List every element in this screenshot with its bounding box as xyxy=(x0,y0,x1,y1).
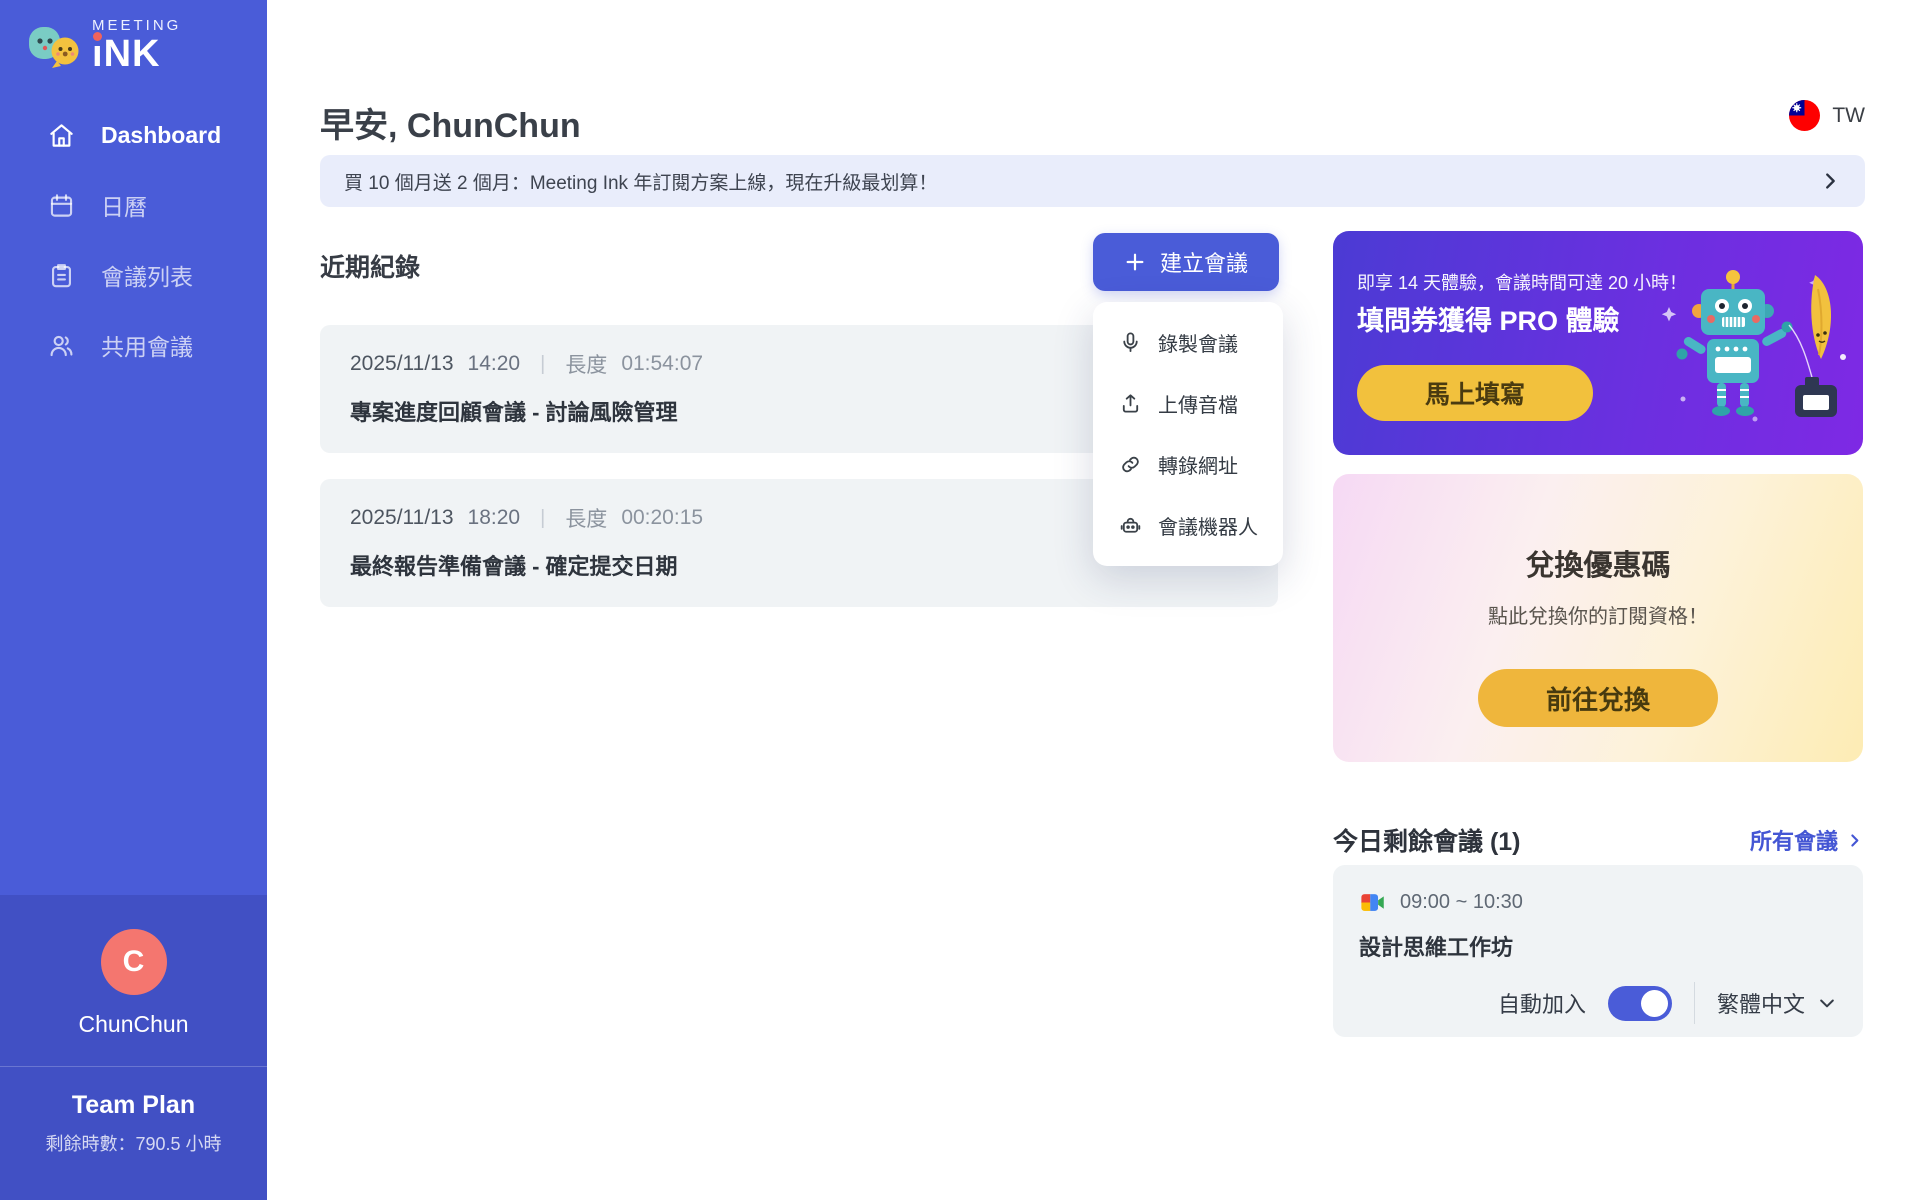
today-meeting-card[interactable]: 09:00 ~ 10:30 設計思維工作坊 自動加入 繁體中文 xyxy=(1333,865,1863,1037)
toggle-knob xyxy=(1641,990,1668,1017)
google-meet-icon xyxy=(1359,889,1386,916)
record-duration: 00:20:15 xyxy=(621,506,703,530)
calendar-icon xyxy=(48,192,75,219)
auto-join-toggle[interactable] xyxy=(1608,986,1672,1021)
record-date: 2025/11/13 xyxy=(350,352,454,376)
create-meeting-label: 建立會議 xyxy=(1160,246,1248,278)
menu-item-transcribe-url[interactable]: 轉錄網址 xyxy=(1093,434,1283,495)
sidebar-nav: Dashboard 日曆 會議列表 共用會議 xyxy=(0,100,267,380)
home-icon xyxy=(48,122,75,149)
today-meetings-header: 今日剩餘會議 (1) 所有會議 xyxy=(1333,822,1863,858)
create-meeting-menu: 錄製會議 上傳音檔 轉錄網址 會議機器人 xyxy=(1093,302,1283,566)
auto-join-label: 自動加入 xyxy=(1498,987,1586,1019)
duration-label: 長度 xyxy=(565,349,607,379)
robot-feather-illustration xyxy=(1655,259,1855,439)
sidebar-item-label: 共用會議 xyxy=(101,328,193,362)
sidebar-bottom: C ChunChun Team Plan 剩餘時數：790.5 小時 xyxy=(0,895,267,1200)
duration-label: 長度 xyxy=(565,503,607,533)
plan-remaining-hours: 剩餘時數：790.5 小時 xyxy=(0,1130,267,1156)
avatar[interactable]: C xyxy=(101,929,167,995)
sidebar-item-calendar[interactable]: 日曆 xyxy=(0,170,267,240)
menu-item-upload-audio[interactable]: 上傳音檔 xyxy=(1093,373,1283,434)
plus-icon xyxy=(1124,251,1146,273)
page-title: 早安, ChunChun xyxy=(320,98,581,147)
sidebar-item-label: 日曆 xyxy=(101,188,147,222)
record-date: 2025/11/13 xyxy=(350,506,454,530)
chevron-down-icon xyxy=(1817,993,1837,1013)
plan-name: Team Plan xyxy=(0,1091,267,1120)
taiwan-flag-icon xyxy=(1789,100,1820,131)
record-time: 14:20 xyxy=(468,352,521,376)
menu-item-record-meeting[interactable]: 錄製會議 xyxy=(1093,312,1283,373)
logo-i-dot xyxy=(93,32,102,41)
pro-promo-subtitle: 即享 14 天體驗，會議時間可達 20 小時！ xyxy=(1357,269,1687,295)
logo-wordmark: MEETING ıNK xyxy=(92,18,181,73)
redeem-code-card[interactable]: 兌換優惠碼 點此兌換你的訂閱資格！ 前往兌換 xyxy=(1333,474,1863,762)
divider xyxy=(1694,982,1695,1024)
user-name: ChunChun xyxy=(0,1011,267,1038)
menu-item-label: 錄製會議 xyxy=(1158,328,1238,357)
robot-icon xyxy=(1119,514,1142,537)
record-duration: 01:54:07 xyxy=(621,352,703,376)
create-meeting-button[interactable]: 建立會議 xyxy=(1093,233,1279,291)
go-redeem-button[interactable]: 前往兌換 xyxy=(1478,669,1718,727)
sidebar-item-meeting-list[interactable]: 會議列表 xyxy=(0,240,267,310)
promo-banner[interactable]: 買 10 個月送 2 個月：Meeting Ink 年訂閱方案上線，現在升級最划… xyxy=(320,155,1865,207)
language-select[interactable]: 繁體中文 xyxy=(1717,987,1837,1019)
plan-info: Team Plan 剩餘時數：790.5 小時 xyxy=(0,1066,267,1200)
shared-meetings-icon xyxy=(48,332,75,359)
user-profile[interactable]: C ChunChun xyxy=(0,895,267,1066)
sidebar-item-label: 會議列表 xyxy=(101,258,193,292)
language-label: 繁體中文 xyxy=(1717,987,1805,1019)
record-time: 18:20 xyxy=(468,506,521,530)
divider: | xyxy=(534,507,551,530)
chevron-right-icon xyxy=(1846,832,1863,849)
sidebar: MEETING ıNK Dashboard 日曆 會議列 xyxy=(0,0,267,1200)
menu-item-label: 轉錄網址 xyxy=(1158,450,1238,479)
meeting-time-row: 09:00 ~ 10:30 xyxy=(1359,889,1837,916)
link-icon xyxy=(1119,453,1142,476)
meeting-title: 設計思維工作坊 xyxy=(1359,930,1837,962)
today-meetings-title: 今日剩餘會議 (1) xyxy=(1333,822,1521,858)
menu-item-label: 會議機器人 xyxy=(1158,511,1258,540)
sidebar-item-dashboard[interactable]: Dashboard xyxy=(0,100,267,170)
logo-main-text: ıNK xyxy=(92,35,160,73)
sidebar-item-shared-meetings[interactable]: 共用會議 xyxy=(0,310,267,380)
locale-label: TW xyxy=(1832,104,1865,128)
pro-promo-card[interactable]: 即享 14 天體驗，會議時間可達 20 小時！ 填問券獲得 PRO 體驗 馬上填… xyxy=(1333,231,1863,455)
meeting-controls: 自動加入 繁體中文 xyxy=(1359,982,1837,1024)
redeem-subtitle: 點此兌換你的訂閱資格！ xyxy=(1333,600,1863,629)
all-meetings-link[interactable]: 所有會議 xyxy=(1750,824,1863,856)
promo-banner-text: 買 10 個月送 2 個月：Meeting Ink 年訂閱方案上線，現在升級最划… xyxy=(344,168,937,195)
meeting-list-icon xyxy=(48,262,75,289)
mic-icon xyxy=(1119,331,1142,354)
recent-records-title: 近期紀錄 xyxy=(320,248,420,284)
menu-item-label: 上傳音檔 xyxy=(1158,389,1238,418)
app-logo[interactable]: MEETING ıNK xyxy=(26,18,181,73)
meeting-time: 09:00 ~ 10:30 xyxy=(1400,891,1523,914)
upload-icon xyxy=(1119,392,1142,415)
meeting-ink-dashboard: MEETING ıNK Dashboard 日曆 會議列 xyxy=(0,0,1920,1200)
divider: | xyxy=(534,353,551,376)
fill-survey-button[interactable]: 馬上填寫 xyxy=(1357,365,1593,421)
pro-promo-title: 填問券獲得 PRO 體驗 xyxy=(1357,299,1620,338)
chevron-right-icon[interactable] xyxy=(1819,170,1841,192)
logo-top-text: MEETING xyxy=(92,18,181,33)
mascot-icon xyxy=(26,20,82,72)
all-meetings-label: 所有會議 xyxy=(1750,824,1838,856)
sidebar-item-label: Dashboard xyxy=(101,122,221,149)
menu-item-meeting-bot[interactable]: 會議機器人 xyxy=(1093,495,1283,556)
redeem-title: 兌換優惠碼 xyxy=(1333,542,1863,584)
locale-switcher[interactable]: TW xyxy=(1789,100,1865,131)
